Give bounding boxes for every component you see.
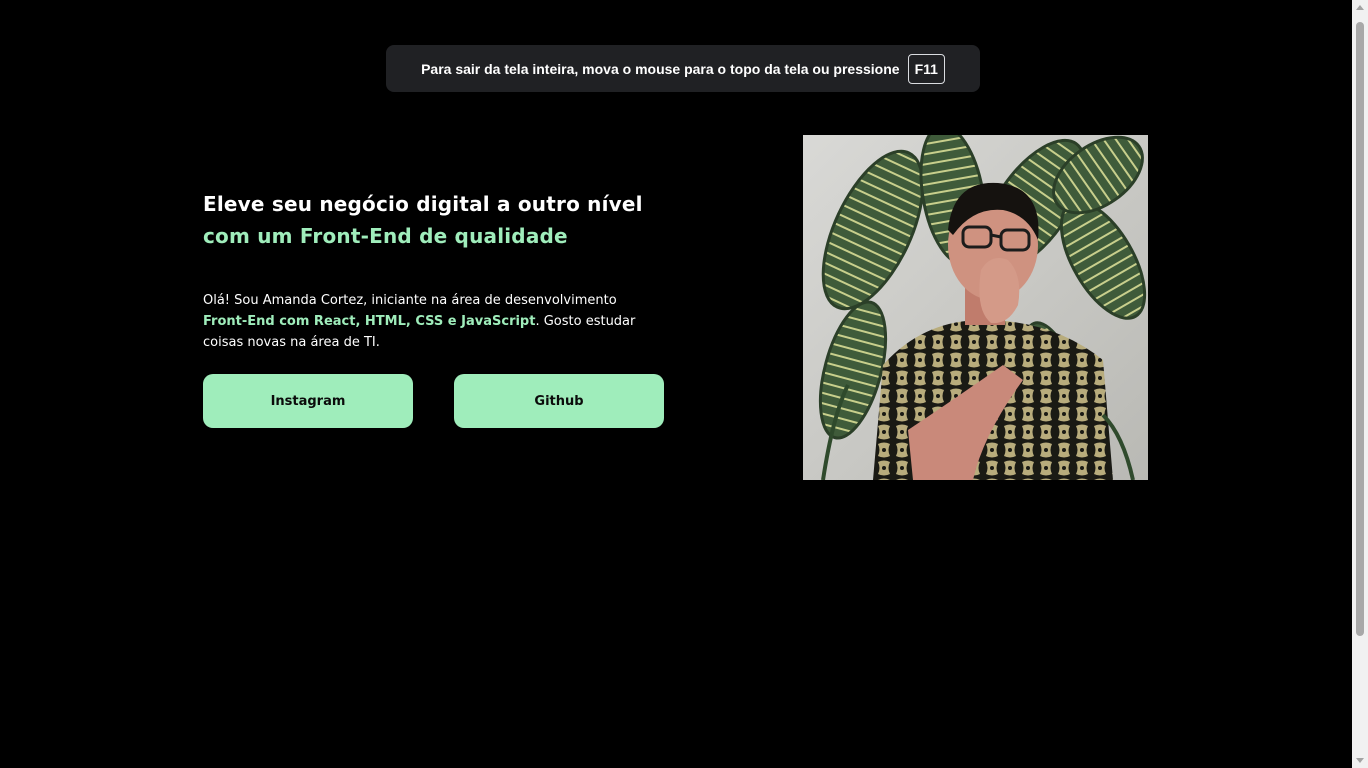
fullscreen-notice-message: Para sair da tela inteira, mova o mouse … bbox=[421, 60, 900, 77]
scroll-up-icon[interactable] bbox=[1356, 5, 1364, 10]
page: Para sair da tela inteira, mova o mouse … bbox=[0, 0, 1368, 768]
scroll-down-icon[interactable] bbox=[1356, 758, 1364, 763]
hero-headline: Eleve seu negócio digital a outro nível … bbox=[203, 188, 673, 252]
fullscreen-exit-notice: Para sair da tela inteira, mova o mouse … bbox=[386, 45, 980, 92]
scrollbar-thumb[interactable] bbox=[1356, 22, 1364, 636]
headline-plain: Eleve seu negócio digital a outro nível bbox=[203, 192, 643, 216]
profile-photo-illustration bbox=[803, 135, 1148, 480]
hero-intro: Olá! Sou Amanda Cortez, iniciante na áre… bbox=[203, 290, 653, 353]
profile-photo bbox=[803, 135, 1148, 480]
intro-tech-stack: Front-End com React, HTML, CSS e JavaScr… bbox=[203, 314, 536, 329]
f11-key-badge: F11 bbox=[907, 53, 945, 84]
instagram-button[interactable]: Instagram bbox=[203, 374, 413, 428]
headline-accent: com um Front-End de qualidade bbox=[203, 224, 568, 248]
social-buttons: Instagram Github bbox=[203, 374, 664, 428]
github-button[interactable]: Github bbox=[454, 374, 664, 428]
hero-section: Eleve seu negócio digital a outro nível … bbox=[203, 188, 673, 353]
intro-text-before: Olá! Sou Amanda Cortez, iniciante na áre… bbox=[203, 293, 617, 308]
vertical-scrollbar[interactable] bbox=[1352, 0, 1368, 768]
